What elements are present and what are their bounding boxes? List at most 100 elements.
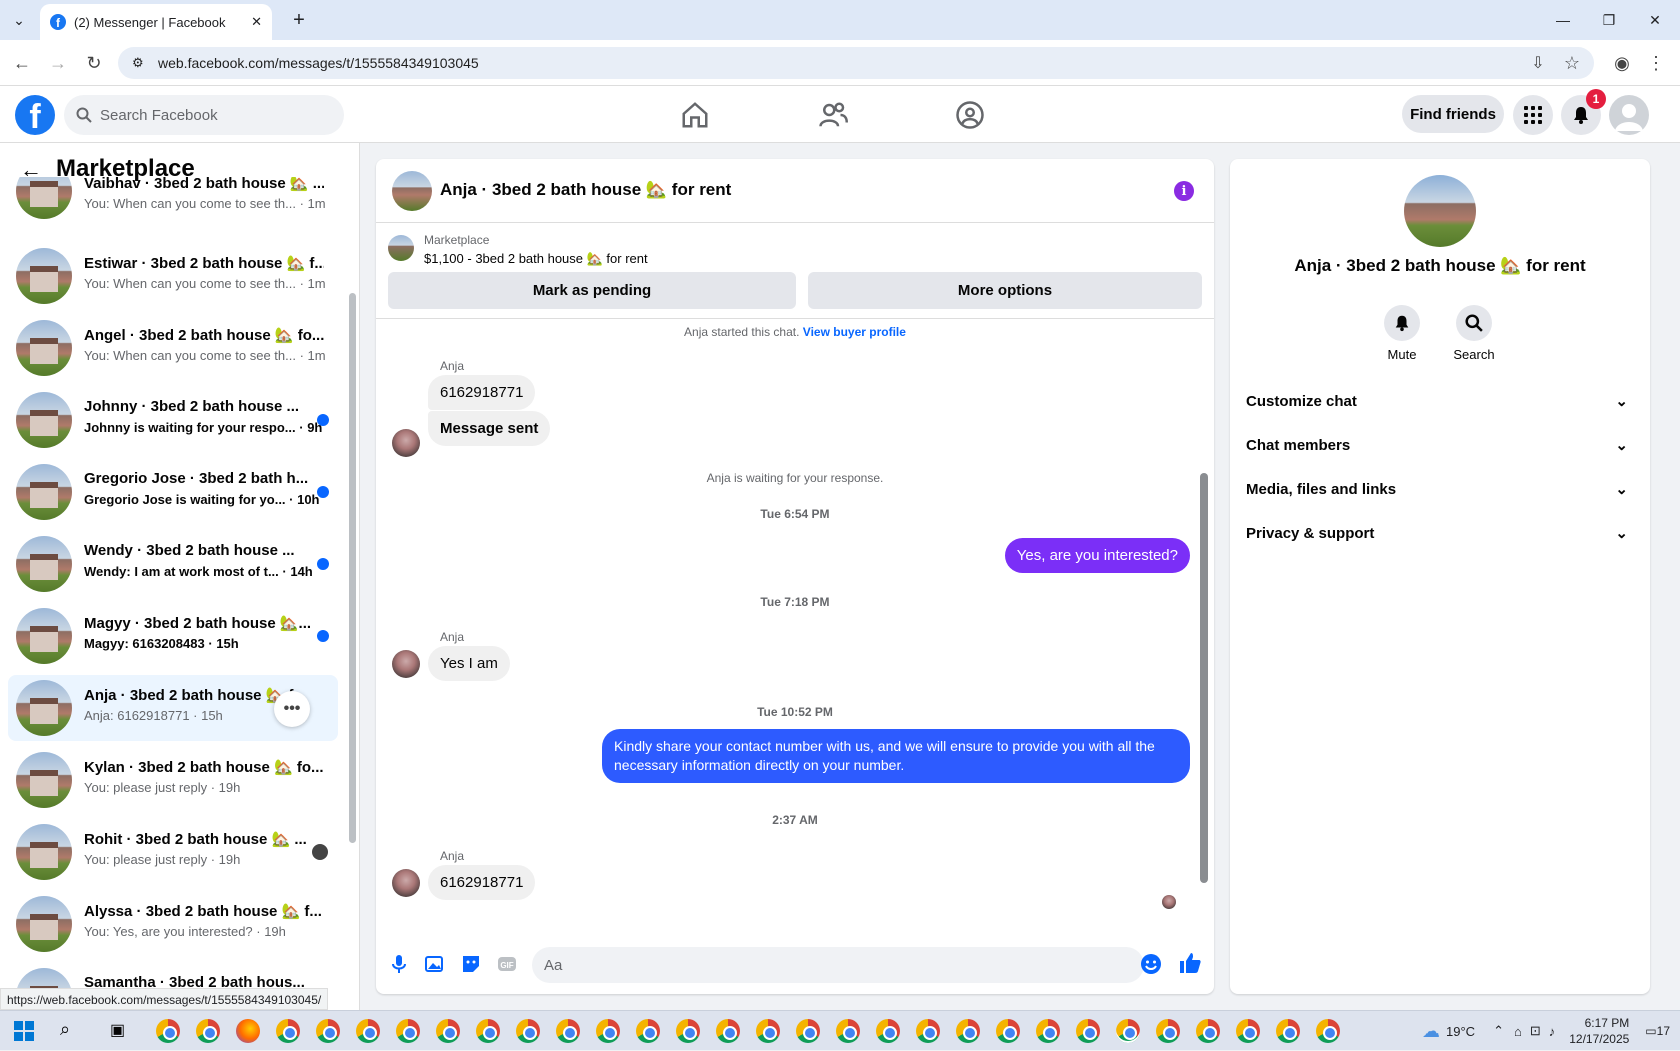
message-input[interactable]: Aa bbox=[532, 947, 1144, 983]
search-input[interactable]: Search Facebook bbox=[64, 95, 344, 135]
chrome-taskbar-icon[interactable] bbox=[476, 1019, 500, 1043]
conversation-item[interactable]: Johnny · 3bed 2 bath house ... Johnny is… bbox=[8, 387, 338, 453]
taskbar-search-icon[interactable]: ⌕ bbox=[60, 1019, 70, 1040]
conversation-item[interactable]: Angel · 3bed 2 bath house 🏡 fo... You: W… bbox=[8, 315, 338, 381]
chrome-taskbar-icon[interactable] bbox=[196, 1019, 220, 1043]
sender-avatar[interactable] bbox=[392, 429, 420, 457]
chrome-taskbar-icon[interactable] bbox=[796, 1019, 820, 1043]
facebook-logo-icon[interactable]: f bbox=[15, 95, 55, 135]
chrome-taskbar-icon[interactable] bbox=[716, 1019, 740, 1043]
more-options-icon[interactable]: ••• bbox=[274, 691, 310, 727]
gif-icon[interactable]: GIF bbox=[496, 953, 518, 975]
sidebar-scrollbar[interactable] bbox=[348, 183, 356, 1003]
chrome-taskbar-icon[interactable] bbox=[1316, 1019, 1340, 1043]
reload-icon[interactable]: ↻ bbox=[80, 49, 108, 77]
volume-icon[interactable]: ♪ bbox=[1549, 1024, 1556, 1039]
chrome-taskbar-icon[interactable] bbox=[316, 1019, 340, 1043]
groups-icon[interactable] bbox=[955, 100, 985, 130]
emoji-icon[interactable] bbox=[1140, 953, 1162, 975]
mute-button[interactable]: Mute bbox=[1372, 305, 1432, 362]
chrome-taskbar-icon[interactable] bbox=[396, 1019, 420, 1043]
chrome-taskbar-icon[interactable] bbox=[996, 1019, 1020, 1043]
conversation-item[interactable]: Alyssa · 3bed 2 bath house 🏡 f... You: Y… bbox=[8, 891, 338, 957]
home-icon[interactable] bbox=[680, 100, 710, 130]
mute-bell-icon[interactable] bbox=[1384, 305, 1420, 341]
new-tab-button[interactable]: + bbox=[276, 0, 322, 40]
chrome-taskbar-icon[interactable] bbox=[1036, 1019, 1060, 1043]
windows-start-icon[interactable] bbox=[14, 1021, 34, 1041]
conversation-item[interactable]: Kylan · 3bed 2 bath house 🏡 fo... You: p… bbox=[8, 747, 338, 813]
address-bar[interactable]: ⚙ web.facebook.com/messages/t/1555584349… bbox=[118, 47, 1594, 79]
chrome-taskbar-icon[interactable] bbox=[876, 1019, 900, 1043]
chrome-taskbar-icon[interactable] bbox=[1276, 1019, 1300, 1043]
chrome-taskbar-icon[interactable] bbox=[436, 1019, 460, 1043]
details-avatar[interactable] bbox=[1404, 175, 1476, 247]
chrome-taskbar-icon[interactable] bbox=[156, 1019, 180, 1043]
conversation-item-selected[interactable]: Anja · 3bed 2 bath house 🏡 f... Anja: 61… bbox=[8, 675, 338, 741]
firefox-taskbar-icon[interactable] bbox=[236, 1019, 260, 1043]
more-options-button[interactable]: More options bbox=[808, 272, 1202, 309]
conversation-item[interactable]: Magyy · 3bed 2 bath house 🏡... Magyy: 61… bbox=[8, 603, 338, 669]
customize-chat-section[interactable]: Customize chat ⌄ bbox=[1246, 381, 1634, 421]
search-in-chat-button[interactable]: Search bbox=[1444, 305, 1504, 362]
chrome-taskbar-icon[interactable] bbox=[836, 1019, 860, 1043]
chrome-taskbar-icon[interactable] bbox=[916, 1019, 940, 1043]
privacy-support-section[interactable]: Privacy & support ⌄ bbox=[1246, 513, 1634, 553]
weather-temp[interactable]: 19°C bbox=[1446, 1024, 1475, 1039]
conversation-item[interactable]: Vaibhav · 3bed 2 bath house 🏡 ... You: W… bbox=[8, 177, 338, 223]
chrome-taskbar-icon[interactable] bbox=[1236, 1019, 1260, 1043]
chrome-taskbar-icon[interactable] bbox=[756, 1019, 780, 1043]
install-app-icon[interactable]: ⇩ bbox=[1524, 49, 1552, 77]
chrome-taskbar-icon[interactable] bbox=[636, 1019, 660, 1043]
media-files-links-section[interactable]: Media, files and links ⌄ bbox=[1246, 469, 1634, 509]
chrome-taskbar-icon[interactable] bbox=[1196, 1019, 1220, 1043]
microphone-icon[interactable] bbox=[388, 953, 410, 975]
forward-icon[interactable]: → bbox=[44, 49, 72, 77]
chrome-taskbar-icon[interactable] bbox=[1156, 1019, 1180, 1043]
conversation-item[interactable]: Estiwar · 3bed 2 bath house 🏡 f... You: … bbox=[8, 243, 338, 309]
menu-grid-icon[interactable] bbox=[1513, 95, 1553, 135]
weather-cloud-icon[interactable]: ☁ bbox=[1422, 1021, 1440, 1042]
info-icon[interactable]: i bbox=[1174, 181, 1194, 201]
tab-search-chevron-icon[interactable]: ⌄ bbox=[0, 0, 38, 40]
notification-center-icon[interactable]: ▭17 bbox=[1645, 1024, 1670, 1038]
wifi-icon[interactable]: ⊡ bbox=[1530, 1023, 1541, 1039]
restore-icon[interactable]: ❐ bbox=[1586, 0, 1632, 40]
chrome-taskbar-icon[interactable] bbox=[596, 1019, 620, 1043]
profile-icon[interactable]: ◉ bbox=[1608, 49, 1636, 77]
scrollbar-thumb[interactable] bbox=[1200, 473, 1208, 883]
minimize-icon[interactable]: — bbox=[1540, 0, 1586, 40]
chrome-taskbar-icon[interactable] bbox=[516, 1019, 540, 1043]
tray-chevron-icon[interactable]: ⌃ bbox=[1493, 1023, 1504, 1039]
browser-menu-icon[interactable]: ⋮ bbox=[1642, 49, 1670, 77]
chrome-taskbar-icon[interactable] bbox=[676, 1019, 700, 1043]
back-icon[interactable]: ← bbox=[8, 49, 36, 77]
chrome-taskbar-icon[interactable] bbox=[556, 1019, 580, 1043]
thread-scrollbar[interactable] bbox=[1200, 323, 1208, 889]
network-icon[interactable]: ⌂ bbox=[1514, 1024, 1522, 1039]
sender-avatar[interactable] bbox=[392, 869, 420, 897]
chrome-taskbar-icon[interactable] bbox=[956, 1019, 980, 1043]
mark-as-pending-button[interactable]: Mark as pending bbox=[388, 272, 796, 309]
browser-tab[interactable]: f (2) Messenger | Facebook ✕ bbox=[40, 4, 272, 40]
listing-thumbnail[interactable] bbox=[388, 235, 414, 261]
window-close-icon[interactable]: ✕ bbox=[1632, 0, 1678, 40]
view-buyer-profile-link[interactable]: View buyer profile bbox=[803, 325, 906, 339]
conversation-item[interactable]: Gregorio Jose · 3bed 2 bath h... Gregori… bbox=[8, 459, 338, 525]
sticker-icon[interactable] bbox=[460, 953, 482, 975]
scrollbar-thumb[interactable] bbox=[349, 293, 356, 843]
task-view-icon[interactable]: ▣ bbox=[110, 1020, 125, 1040]
search-icon[interactable] bbox=[1456, 305, 1492, 341]
site-info-icon[interactable]: ⚙ bbox=[132, 55, 144, 71]
find-friends-button[interactable]: Find friends bbox=[1402, 95, 1504, 133]
chrome-taskbar-icon[interactable] bbox=[1076, 1019, 1100, 1043]
photo-icon[interactable] bbox=[424, 953, 446, 975]
sender-avatar[interactable] bbox=[392, 650, 420, 678]
friends-icon[interactable] bbox=[818, 100, 848, 130]
tab-close-icon[interactable]: ✕ bbox=[251, 14, 262, 30]
listing-price[interactable]: $1,100 - 3bed 2 bath house 🏡 for rent bbox=[424, 251, 648, 267]
chat-avatar[interactable] bbox=[392, 171, 432, 211]
conversation-item[interactable]: Wendy · 3bed 2 bath house ... Wendy: I a… bbox=[8, 531, 338, 597]
account-avatar[interactable] bbox=[1609, 95, 1649, 135]
chat-members-section[interactable]: Chat members ⌄ bbox=[1246, 425, 1634, 465]
